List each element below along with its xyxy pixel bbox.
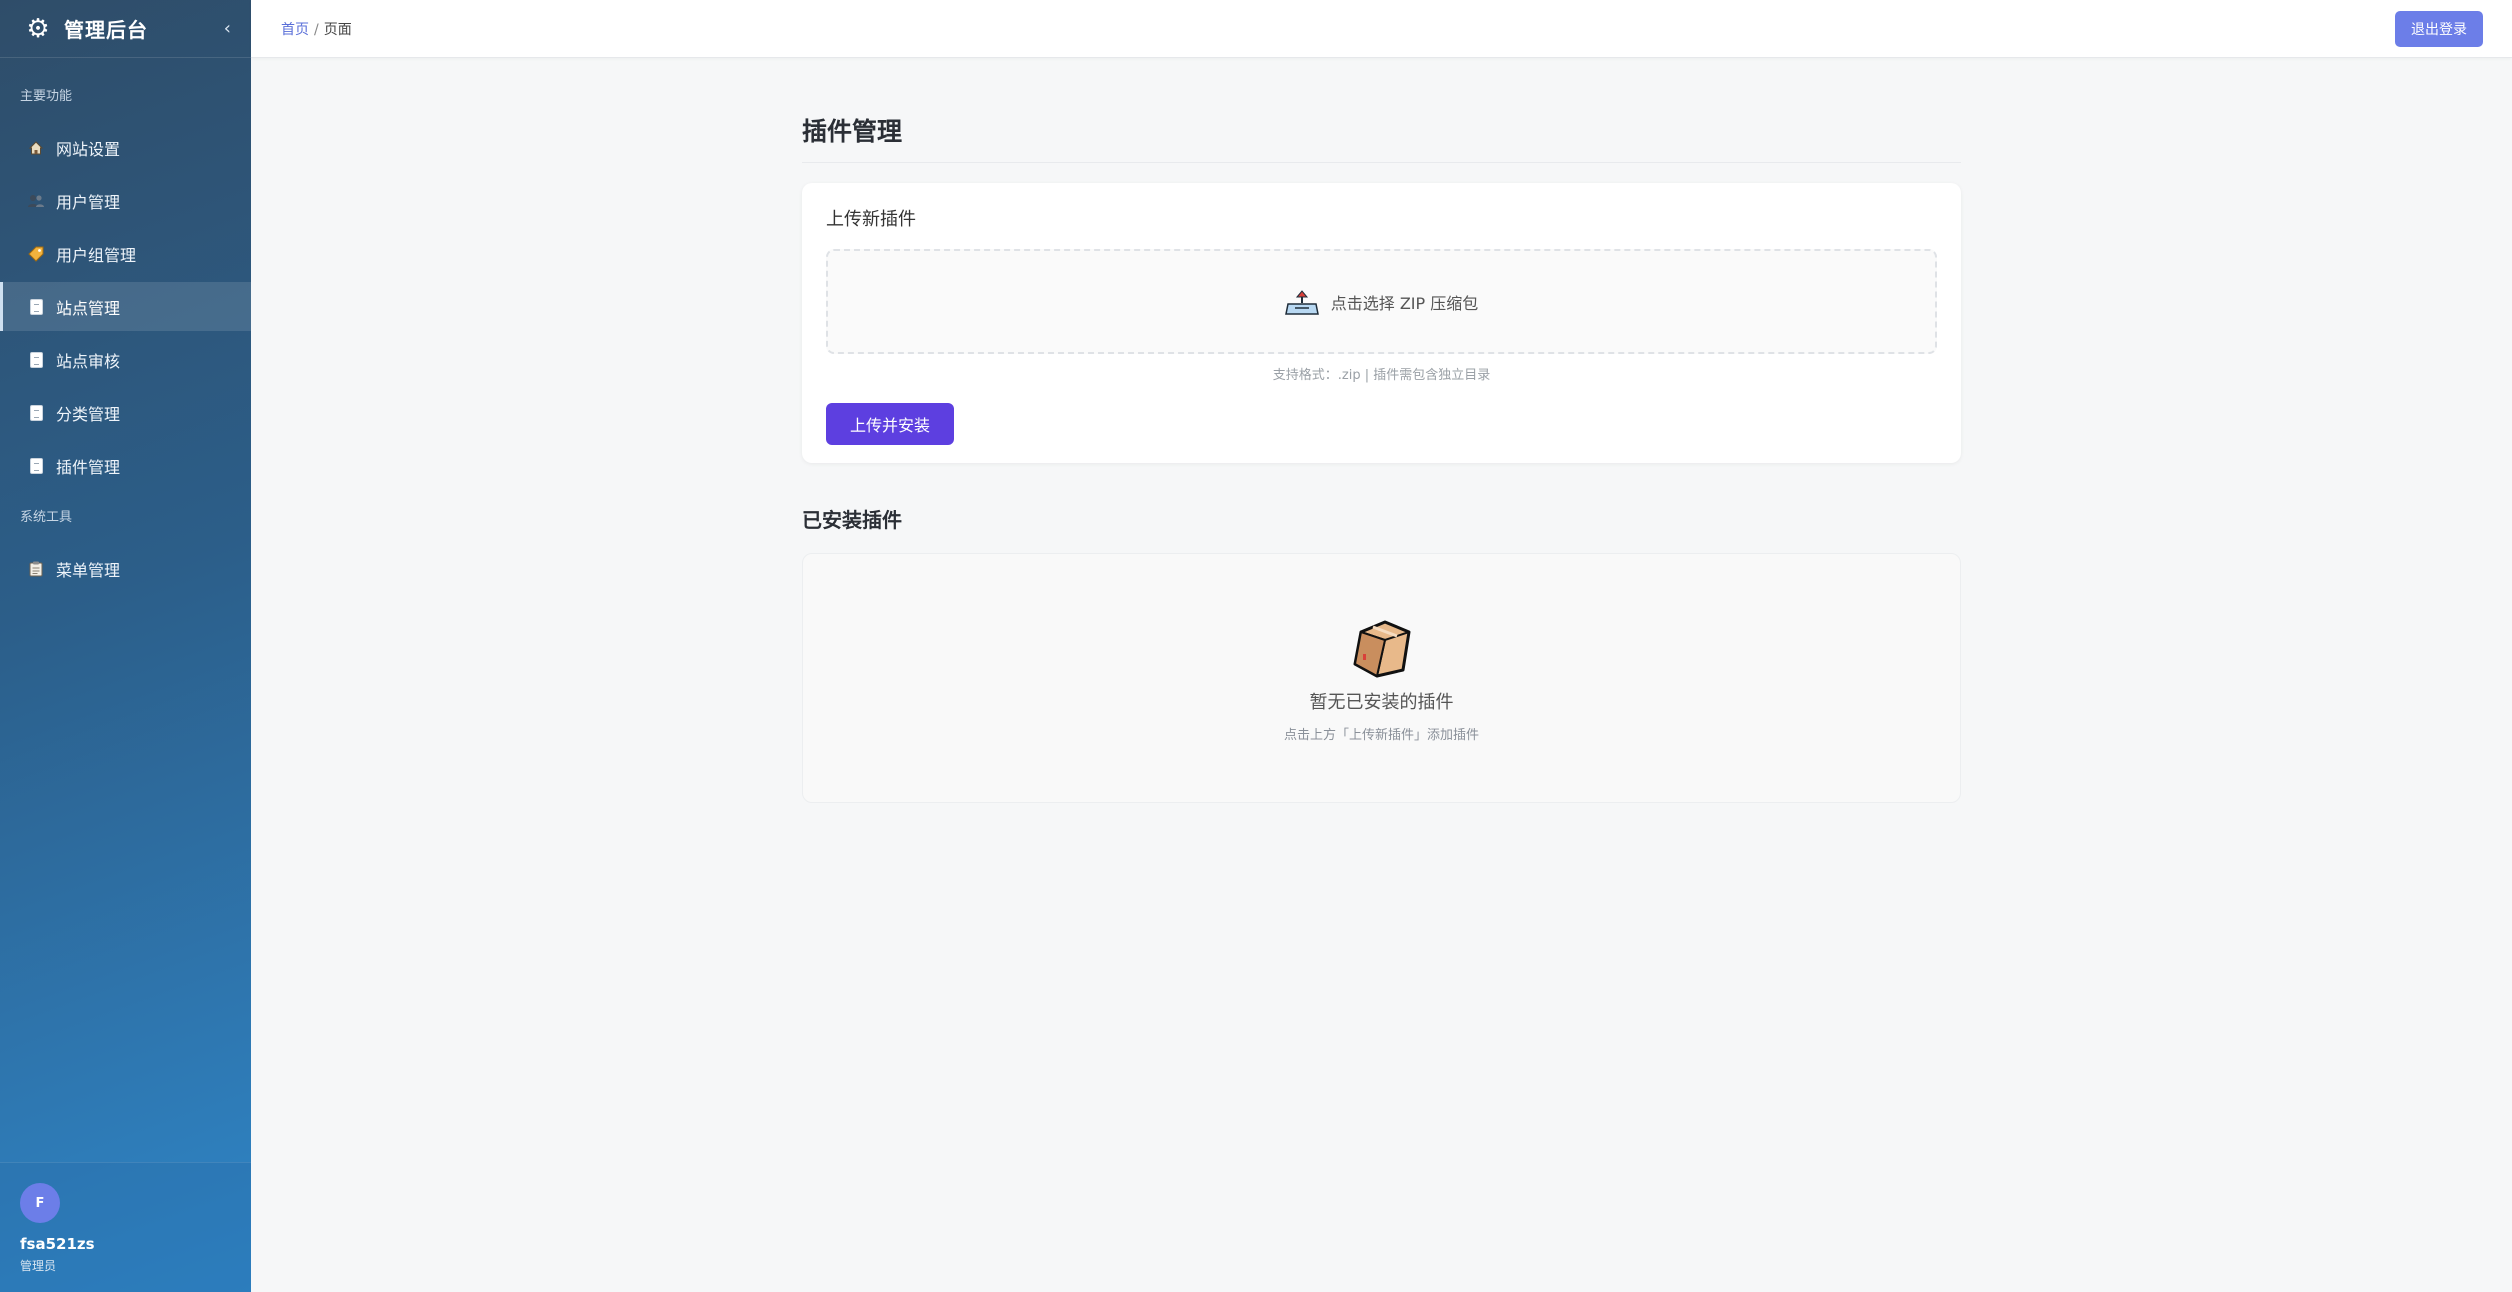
sidebar-item-plugins[interactable]: 插件管理 (0, 441, 251, 490)
breadcrumb-home-link[interactable]: 首页 (281, 22, 309, 38)
sidebar-item-label: 用户管理 (56, 192, 121, 212)
page-icon (26, 456, 46, 476)
sidebar-section-main: 主要功能 (20, 89, 73, 104)
main-content: 插件管理 上传新插件 点击选择 ZIP 压缩包 支持格式：.zip | 插件需包… (802, 112, 1961, 803)
sidebar-item-label: 分类管理 (56, 404, 121, 424)
collapse-sidebar-button[interactable]: ‹ (224, 18, 231, 39)
sidebar-item-label: 站点审核 (56, 351, 121, 371)
breadcrumb-current: 页面 (323, 21, 352, 38)
avatar[interactable]: F (20, 1183, 60, 1223)
sidebar-item-sites[interactable]: 站点管理 (0, 282, 251, 331)
breadcrumb-separator: / (314, 21, 319, 38)
sidebar-section-tools: 系统工具 (20, 510, 73, 525)
user-name: fsa521zs (20, 1235, 95, 1253)
zip-dropzone[interactable]: 点击选择 ZIP 压缩包 (826, 249, 1937, 354)
upload-tray-icon (1284, 287, 1319, 317)
user-role: 管理员 (20, 1259, 57, 1273)
page-icon (26, 297, 46, 317)
page-icon (26, 350, 46, 370)
page-title: 插件管理 (802, 112, 1961, 163)
sidebar-item-label: 用户组管理 (56, 245, 137, 265)
sidebar-item-site-review[interactable]: 站点审核 (0, 335, 251, 384)
sidebar-item-user-groups[interactable]: 用户组管理 (0, 229, 251, 278)
sidebar-item-label: 站点管理 (56, 298, 121, 318)
upload-install-button[interactable]: 上传并安装 (826, 403, 955, 445)
sidebar-header: ⚙ 管理后台 ‹ (0, 0, 251, 58)
sidebar-item-menus[interactable]: 菜单管理 (0, 544, 251, 593)
user-panel: F fsa521zs 管理员 (0, 1162, 251, 1292)
empty-state-subtitle: 点击上方「上传新插件」添加插件 (1283, 728, 1479, 743)
sidebar-item-users[interactable]: 用户管理 (0, 176, 251, 225)
upload-hint: 支持格式：.zip | 插件需包含独立目录 (1272, 368, 1491, 383)
installed-plugins-title: 已安装插件 (802, 508, 902, 532)
installed-plugins-empty-state: 暂无已安装的插件 点击上方「上传新插件」添加插件 (802, 553, 1961, 803)
sidebar: ⚙ 管理后台 ‹ 主要功能 网站设置 用户管理 用户组管理 站点管理 站点审核 … (0, 0, 251, 1292)
sidebar-item-categories[interactable]: 分类管理 (0, 388, 251, 437)
logout-button[interactable]: 退出登录 (2395, 11, 2483, 47)
sidebar-item-label: 网站设置 (56, 139, 121, 159)
sidebar-item-site-settings[interactable]: 网站设置 (0, 123, 251, 172)
sidebar-item-label: 菜单管理 (56, 560, 121, 580)
package-icon (1351, 620, 1413, 678)
tag-icon (26, 244, 46, 264)
dropzone-label: 点击选择 ZIP 压缩包 (1330, 293, 1479, 313)
upload-card-title: 上传新插件 (826, 209, 916, 230)
gear-icon: ⚙ (26, 13, 50, 44)
clipboard-icon (26, 559, 46, 579)
page-icon (26, 403, 46, 423)
users-icon (26, 191, 46, 211)
topbar: 首页 / 页面 退出登录 (251, 0, 2512, 58)
empty-state-title: 暂无已安装的插件 (1309, 692, 1454, 713)
house-icon (26, 138, 46, 158)
upload-card: 上传新插件 点击选择 ZIP 压缩包 支持格式：.zip | 插件需包含独立目录… (802, 183, 1961, 463)
breadcrumb: 首页 / 页面 (281, 19, 352, 39)
sidebar-title: 管理后台 (64, 18, 148, 42)
sidebar-item-label: 插件管理 (56, 457, 121, 477)
